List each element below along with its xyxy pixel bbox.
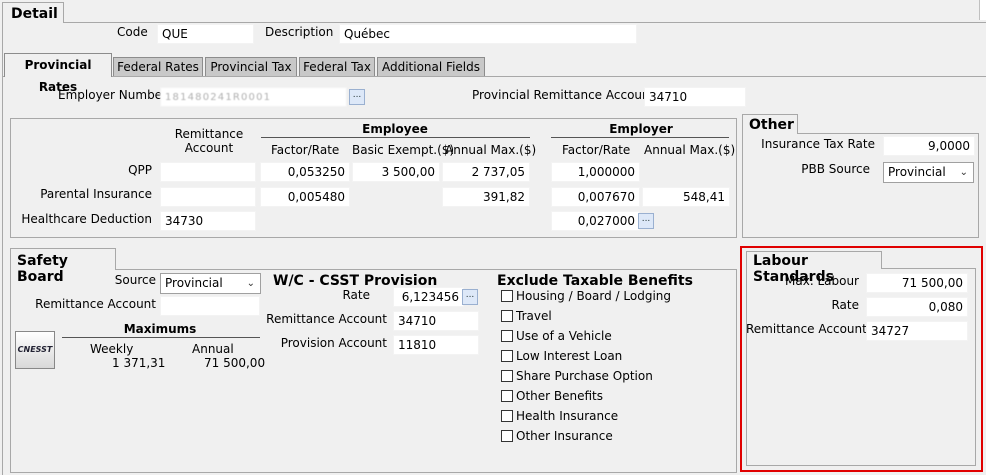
col-factor-rate: Factor/Rate: [271, 143, 340, 157]
employer-header: Employer: [609, 122, 673, 136]
chevron-down-icon: ⌄: [959, 167, 968, 178]
benefit-label: Share Purchase Option: [516, 369, 653, 383]
safety-remittance-input[interactable]: [160, 296, 260, 316]
benefit-checkbox[interactable]: [501, 410, 513, 422]
parental-er-max-input[interactable]: 548,41: [642, 187, 730, 207]
safety-source-select[interactable]: Provincial ⌄: [160, 273, 261, 294]
pbb-source-value: Provincial: [888, 165, 946, 179]
insurance-tax-rate-label: Insurance Tax Rate: [761, 137, 875, 151]
detail-title: Detail: [11, 6, 58, 22]
top-right-scroll-edge: [979, 0, 986, 20]
col-annual-max: Annual Max.($): [445, 143, 537, 157]
qpp-remittance-input[interactable]: [160, 162, 256, 182]
safety-board-title: Safety Board: [10, 248, 116, 285]
employee-header-underline: [261, 137, 530, 138]
employer-number-input[interactable]: 1 8 1 4 8 0 2 4 1 R 0 0 0 1: [160, 87, 347, 107]
benefit-checkbox[interactable]: [501, 370, 513, 382]
parental-er-rate-input[interactable]: 0,007670: [551, 187, 640, 207]
wc-provision-account-input[interactable]: 11810: [393, 335, 479, 355]
employee-header: Employee: [362, 122, 428, 136]
parental-remittance-input[interactable]: [160, 187, 256, 207]
tab-provincial-tax[interactable]: Provincial Tax: [205, 57, 297, 76]
cnesst-logo: CNESST: [15, 331, 55, 369]
annual-label: Annual: [192, 342, 234, 356]
weekly-label: Weekly: [90, 342, 134, 356]
provincial-remittance-account-input[interactable]: 34710: [644, 87, 746, 107]
wc-remittance-input[interactable]: 34710: [393, 311, 479, 331]
healthcare-er-rate-input[interactable]: 0,027000: [551, 211, 640, 231]
healthcare-remittance-input[interactable]: 34730: [160, 211, 256, 231]
benefit-label: Low Interest Loan: [516, 349, 623, 363]
benefit-label: Use of a Vehicle: [516, 329, 612, 343]
qpp-er-rate-input[interactable]: 1,000000: [551, 162, 640, 182]
employer-number-label: Employer Number: [58, 88, 168, 102]
col-er-annual-max: Annual Max.($): [644, 143, 736, 157]
benefit-checkbox[interactable]: [501, 310, 513, 322]
qpp-ee-exempt-input[interactable]: 3 500,00: [352, 162, 440, 182]
pbb-source-select[interactable]: Provincial ⌄: [883, 162, 974, 183]
benefit-label: Other Insurance: [516, 429, 613, 443]
annual-value: 71 500,00: [204, 356, 266, 370]
healthcare-er-rate-lookup-button[interactable]: ...: [638, 213, 654, 229]
benefit-label: Travel: [516, 309, 552, 323]
healthcare-deduction-label: Healthcare Deduction: [21, 212, 152, 226]
benefit-checkbox[interactable]: [501, 390, 513, 402]
tab-provincial-rates[interactable]: Provincial Rates: [4, 53, 112, 94]
employer-number-value: 1 8 1 4 8 0 2 4 1 R 0 0 0 1: [165, 92, 270, 103]
employer-header-underline: [551, 137, 729, 138]
qpp-ee-max-input[interactable]: 2 737,05: [442, 162, 530, 182]
wc-rate-lookup-button[interactable]: ...: [462, 289, 478, 305]
insurance-tax-rate-input[interactable]: 9,0000: [883, 136, 975, 156]
wc-remittance-label: Remittance Account: [266, 312, 387, 326]
benefit-label: Health Insurance: [516, 409, 619, 423]
col-basic-exempt: Basic Exempt.($): [352, 143, 455, 157]
exclude-benefits-title: Exclude Taxable Benefits: [497, 273, 693, 289]
maximums-label: Maximums: [123, 322, 197, 336]
cnesst-logo-text: CNESST: [17, 345, 53, 354]
description-input[interactable]: Québec: [339, 24, 637, 44]
safety-source-label: Source: [114, 273, 156, 287]
maximums-underline: [62, 337, 260, 338]
pbb-source-label: PBB Source: [801, 162, 870, 176]
tab-federal-tax[interactable]: Federal Tax: [299, 57, 375, 76]
parental-ee-max-input[interactable]: 391,82: [442, 187, 530, 207]
qpp-ee-rate-input[interactable]: 0,053250: [260, 162, 350, 182]
provincial-remittance-account-label: Provincial Remittance Account: [472, 88, 655, 102]
benefit-label: Other Benefits: [516, 389, 604, 403]
qpp-label: QPP: [128, 163, 152, 177]
wc-provision-account-label: Provision Account: [280, 336, 387, 350]
parental-insurance-label: Parental Insurance: [40, 187, 152, 201]
benefit-checkbox[interactable]: [501, 290, 513, 302]
tab-federal-rates[interactable]: Federal Rates: [113, 57, 203, 76]
benefit-checkbox[interactable]: [501, 330, 513, 342]
tab-additional-fields[interactable]: Additional Fields: [377, 57, 485, 76]
labour-standards-highlight-box: [740, 246, 983, 472]
col-er-factor-rate: Factor/Rate: [562, 143, 631, 157]
chevron-down-icon: ⌄: [246, 278, 255, 289]
benefit-label: Housing / Board / Lodging: [516, 289, 671, 303]
benefit-checkbox[interactable]: [501, 350, 513, 362]
employer-number-lookup-button[interactable]: ...: [349, 89, 365, 105]
description-label: Description: [265, 25, 334, 39]
code-input[interactable]: QUE: [157, 24, 254, 44]
benefit-checkbox[interactable]: [501, 430, 513, 442]
wc-rate-label: Rate: [342, 288, 370, 302]
remittance-account-header: Remittance Account: [174, 127, 244, 155]
safety-remittance-label: Remittance Account: [35, 297, 156, 311]
safety-source-value: Provincial: [165, 276, 223, 290]
other-title: Other: [742, 114, 798, 134]
tabs-baseline: [2, 76, 986, 77]
code-label: Code: [117, 25, 148, 39]
wc-rate-input[interactable]: 6,123456: [393, 287, 464, 307]
parental-ee-rate-input[interactable]: 0,005480: [260, 187, 350, 207]
weekly-value: 1 371,31: [112, 356, 166, 370]
